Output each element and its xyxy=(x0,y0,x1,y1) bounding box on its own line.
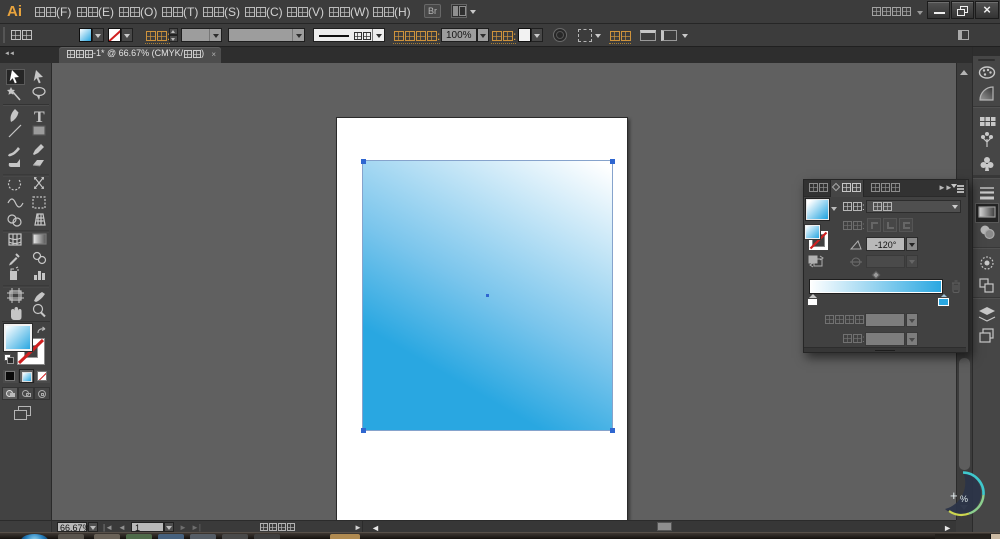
svg-text:T: T xyxy=(34,109,45,126)
svg-text:%: % xyxy=(960,494,968,504)
svg-text:+: + xyxy=(950,488,958,503)
